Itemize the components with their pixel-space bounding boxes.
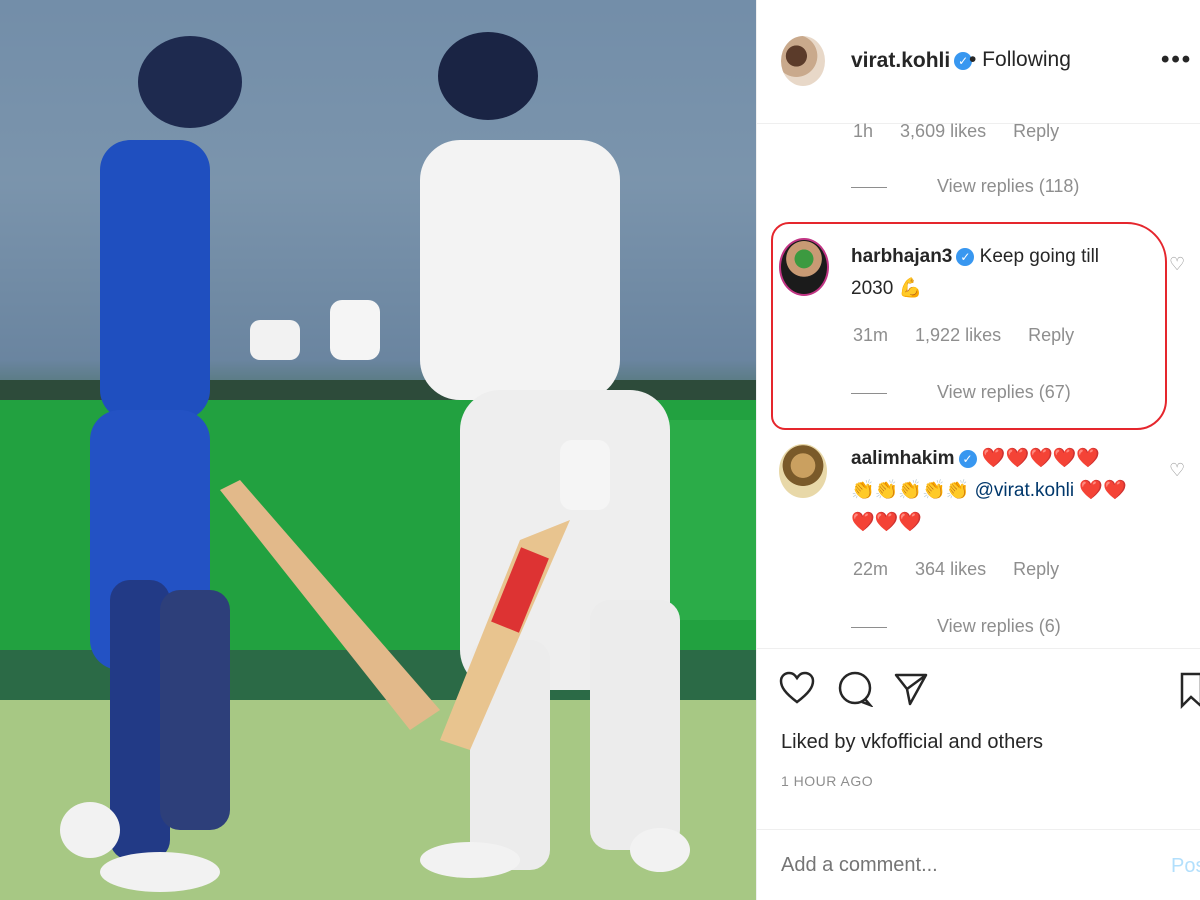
more-options-icon[interactable]: ••• [1161,46,1192,74]
post-button[interactable]: Post [1171,855,1200,878]
comment-time: 1h [853,121,874,141]
reply-button[interactable]: Reply [1028,325,1074,345]
comment-meta: 1h 3,609 likes Reply [853,121,1081,142]
divider [851,392,887,394]
comment-likes[interactable]: 364 likes [915,559,986,579]
comment-meta: 22m 364 likes Reply [853,559,1081,580]
liked-by-text[interactable]: Liked by vkfofficial and others [781,731,1043,754]
commenter-avatar[interactable] [779,238,829,296]
post-actions: Liked by vkfofficial and others 1 HOUR A… [757,648,1200,900]
comment-emoji: ❤️❤️❤️ [851,512,922,533]
comment-box: Post [757,829,1200,900]
comment-meta: 31m 1,922 likes Reply [853,325,1096,346]
comment-body: aalimhakim ✓ ❤️❤️❤️❤️❤️ 👏👏👏👏👏 @virat.kohl… [851,443,1151,539]
verified-icon: ✓ [956,247,975,266]
comment-input[interactable] [781,854,1141,877]
view-replies-label: View replies (67) [937,382,1071,402]
divider [851,626,887,628]
comment-body: harbhajan3 ✓ Keep going till 2030 💪 [851,241,1141,305]
divider [851,186,887,188]
commenter-username[interactable]: aalimhakim [851,448,955,469]
post-image[interactable] [0,0,756,900]
bookmark-icon[interactable] [1179,671,1200,718]
view-replies-label: View replies (118) [937,176,1080,196]
cricket-photo [0,0,756,900]
view-replies-button[interactable]: View replies (118) [851,176,1079,197]
like-comment-icon[interactable]: ♡ [1169,254,1185,275]
comment-likes[interactable]: 1,922 likes [915,325,1001,345]
mention-link[interactable]: @virat.kohli [975,480,1075,501]
view-replies-button[interactable]: View replies (67) [851,382,1071,403]
verified-icon: ✓ [958,449,977,468]
reply-button[interactable]: Reply [1013,121,1059,141]
comment-emoji: ❤️❤️❤️❤️❤️ [981,448,1101,469]
post-timestamp: 1 HOUR AGO [781,773,874,789]
share-icon[interactable] [893,671,929,716]
comment-icon[interactable] [837,671,874,716]
view-replies-button[interactable]: View replies (6) [851,616,1061,637]
comment-emoji: ❤️❤️ [1079,480,1127,501]
like-comment-icon[interactable]: ♡ [1169,460,1185,481]
commenter-avatar[interactable] [779,444,827,498]
comment-emoji: 👏👏👏👏👏 [851,480,970,501]
following-status[interactable]: • Following [969,48,1071,72]
post-header: virat.kohli ✓ • Following ••• [757,0,1200,124]
author-avatar[interactable] [781,36,825,86]
view-replies-label: View replies (6) [937,616,1061,636]
reply-button[interactable]: Reply [1013,559,1059,579]
author-username[interactable]: virat.kohli [851,49,950,72]
heart-icon[interactable] [779,671,815,714]
commenter-username[interactable]: harbhajan3 [851,246,952,267]
comment-likes[interactable]: 3,609 likes [900,121,986,141]
comment-time: 31m [853,325,889,345]
comment-time: 22m [853,559,889,579]
post-sidebar: virat.kohli ✓ • Following ••• 1h 3,609 li… [756,0,1200,900]
